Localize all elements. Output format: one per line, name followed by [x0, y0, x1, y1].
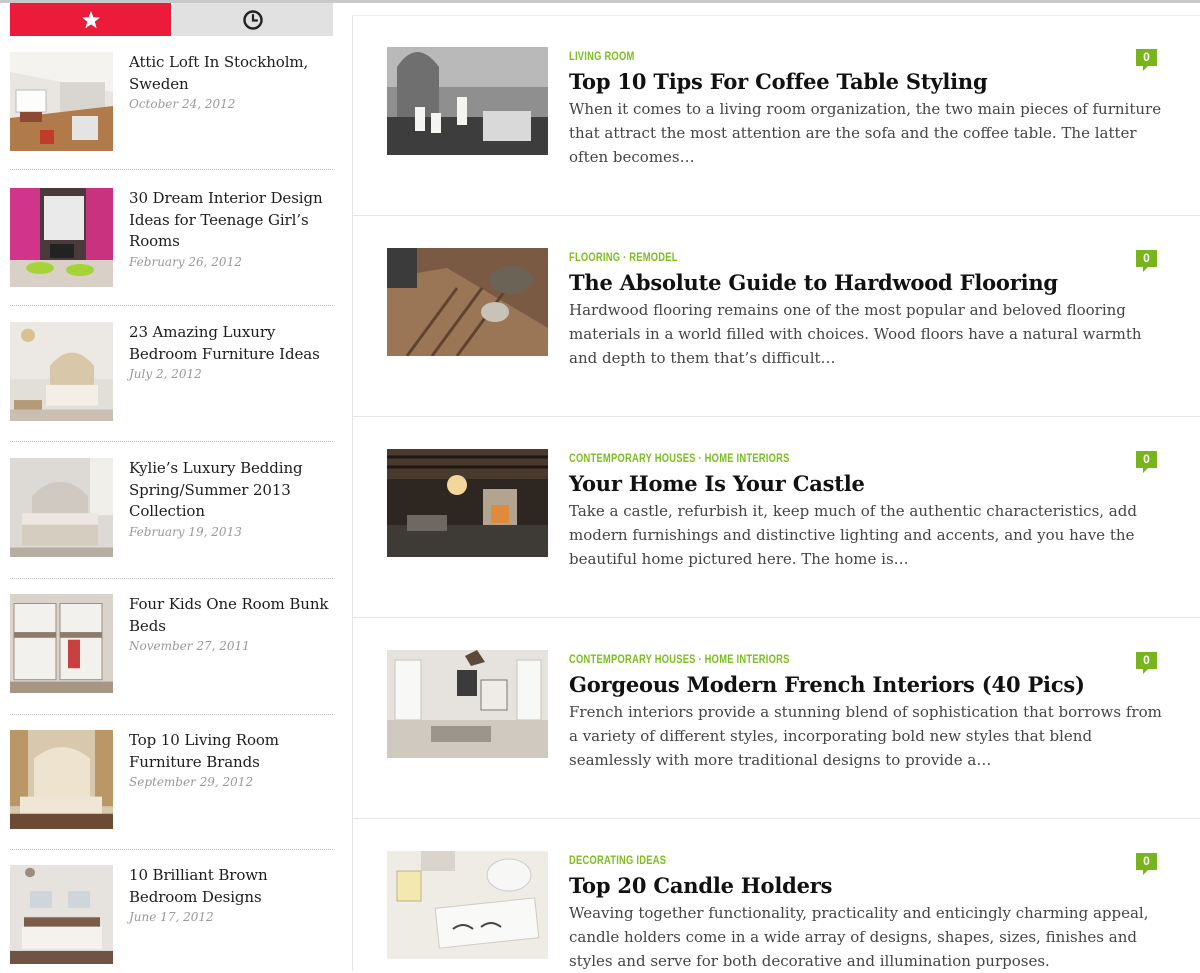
comment-count: 0	[1143, 50, 1150, 64]
clock-icon	[243, 9, 263, 30]
sidebar-thumbnail[interactable]	[10, 865, 113, 964]
article-thumbnail[interactable]	[387, 851, 548, 959]
sidebar-item-title[interactable]: Kylie’s Luxury Bedding Spring/Summer 201…	[129, 458, 333, 523]
divider	[10, 578, 333, 579]
comment-count-badge[interactable]: 0	[1136, 652, 1157, 674]
article-thumbnail[interactable]	[387, 47, 548, 155]
sidebar-item-date: June 17, 2012	[129, 910, 214, 924]
article-title[interactable]: The Absolute Guide to Hardwood Flooring	[569, 269, 1169, 296]
sidebar-item-title[interactable]: 23 Amazing Luxury Bedroom Furniture Idea…	[129, 322, 333, 365]
sidebar-item-date: February 26, 2012	[129, 254, 242, 269]
article-category[interactable]: DECORATING IDEAS	[569, 853, 1037, 869]
sidebar-item-title[interactable]: Top 10 Living Room Furniture Brands	[129, 730, 333, 773]
divider	[10, 714, 333, 715]
article-thumbnail[interactable]	[387, 650, 548, 758]
divider	[353, 215, 1200, 216]
comment-count-badge[interactable]: 0	[1136, 49, 1157, 71]
sidebar-item-date: September 29, 2012	[129, 775, 254, 789]
sidebar-item-title[interactable]: Attic Loft In Stockholm, Sweden	[129, 52, 333, 95]
article-thumbnail[interactable]	[387, 449, 548, 557]
comment-count-badge[interactable]: 0	[1136, 250, 1157, 272]
sidebar-thumbnail[interactable]	[10, 730, 113, 829]
divider	[352, 15, 1200, 16]
article-excerpt: Hardwood flooring remains one of the mos…	[569, 301, 1142, 367]
article-category[interactable]: CONTEMPORARY HOUSES · HOME INTERIORS	[569, 451, 1037, 467]
divider	[10, 441, 333, 442]
sidebar-thumbnail[interactable]	[10, 458, 113, 557]
article-card: DECORATING IDEAS Top 20 Candle Holders W…	[353, 849, 1200, 971]
sidebar-thumbnail[interactable]	[10, 188, 113, 287]
divider	[10, 305, 333, 306]
sidebar-item-date: February 19, 2013	[129, 524, 242, 539]
divider	[353, 818, 1200, 819]
sidebar-item-title[interactable]: 10 Brilliant Brown Bedroom Designs	[129, 865, 333, 908]
star-icon	[81, 10, 100, 28]
sidebar-item-date: October 24, 2012	[129, 97, 236, 111]
article-card: FLOORING · REMODEL The Absolute Guide to…	[353, 246, 1200, 416]
sidebar-item-date: July 2, 2012	[129, 367, 202, 381]
article-title[interactable]: Gorgeous Modern French Interiors (40 Pic…	[569, 671, 1169, 698]
sidebar-item-title[interactable]: 30 Dream Interior Design Ideas for Teena…	[129, 188, 333, 253]
divider	[10, 849, 333, 850]
article-thumbnail[interactable]	[387, 248, 548, 356]
article-excerpt: Weaving together functionality, practica…	[569, 904, 1149, 970]
article-category[interactable]: FLOORING · REMODEL	[569, 250, 1037, 266]
sidebar-thumbnail[interactable]	[10, 594, 113, 693]
article-excerpt: Take a castle, refurbish it, keep much o…	[569, 502, 1137, 568]
article-title[interactable]: Top 20 Candle Holders	[569, 872, 1169, 899]
sidebar-item-title[interactable]: Four Kids One Room Bunk Beds	[129, 594, 333, 637]
article-excerpt: French interiors provide a stunning blen…	[569, 703, 1162, 769]
comment-count: 0	[1143, 452, 1150, 466]
divider	[10, 169, 333, 170]
article-excerpt: When it comes to a living room organizat…	[569, 100, 1162, 166]
sidebar: Attic Loft In Stockholm, Sweden October …	[0, 3, 352, 971]
divider	[353, 416, 1200, 417]
divider	[353, 617, 1200, 618]
article-card: CONTEMPORARY HOUSES · HOME INTERIORS You…	[353, 447, 1200, 617]
sidebar-thumbnail[interactable]	[10, 322, 113, 421]
tab-popular[interactable]	[10, 3, 171, 36]
comment-count-badge[interactable]: 0	[1136, 853, 1157, 875]
article-category[interactable]: LIVING ROOM	[569, 49, 1037, 65]
comment-count: 0	[1143, 653, 1150, 667]
comment-count: 0	[1143, 251, 1150, 265]
comment-count-badge[interactable]: 0	[1136, 451, 1157, 473]
tab-recent[interactable]	[173, 3, 333, 36]
article-title[interactable]: Your Home Is Your Castle	[569, 470, 1169, 497]
comment-count: 0	[1143, 854, 1150, 868]
article-title[interactable]: Top 10 Tips For Coffee Table Styling	[569, 68, 1169, 95]
sidebar-item-date: November 27, 2011	[129, 639, 250, 653]
sidebar-thumbnail[interactable]	[10, 52, 113, 151]
article-card: CONTEMPORARY HOUSES · HOME INTERIORS Gor…	[353, 648, 1200, 818]
article-category[interactable]: CONTEMPORARY HOUSES · HOME INTERIORS	[569, 652, 1037, 668]
article-card: LIVING ROOM Top 10 Tips For Coffee Table…	[353, 45, 1200, 215]
